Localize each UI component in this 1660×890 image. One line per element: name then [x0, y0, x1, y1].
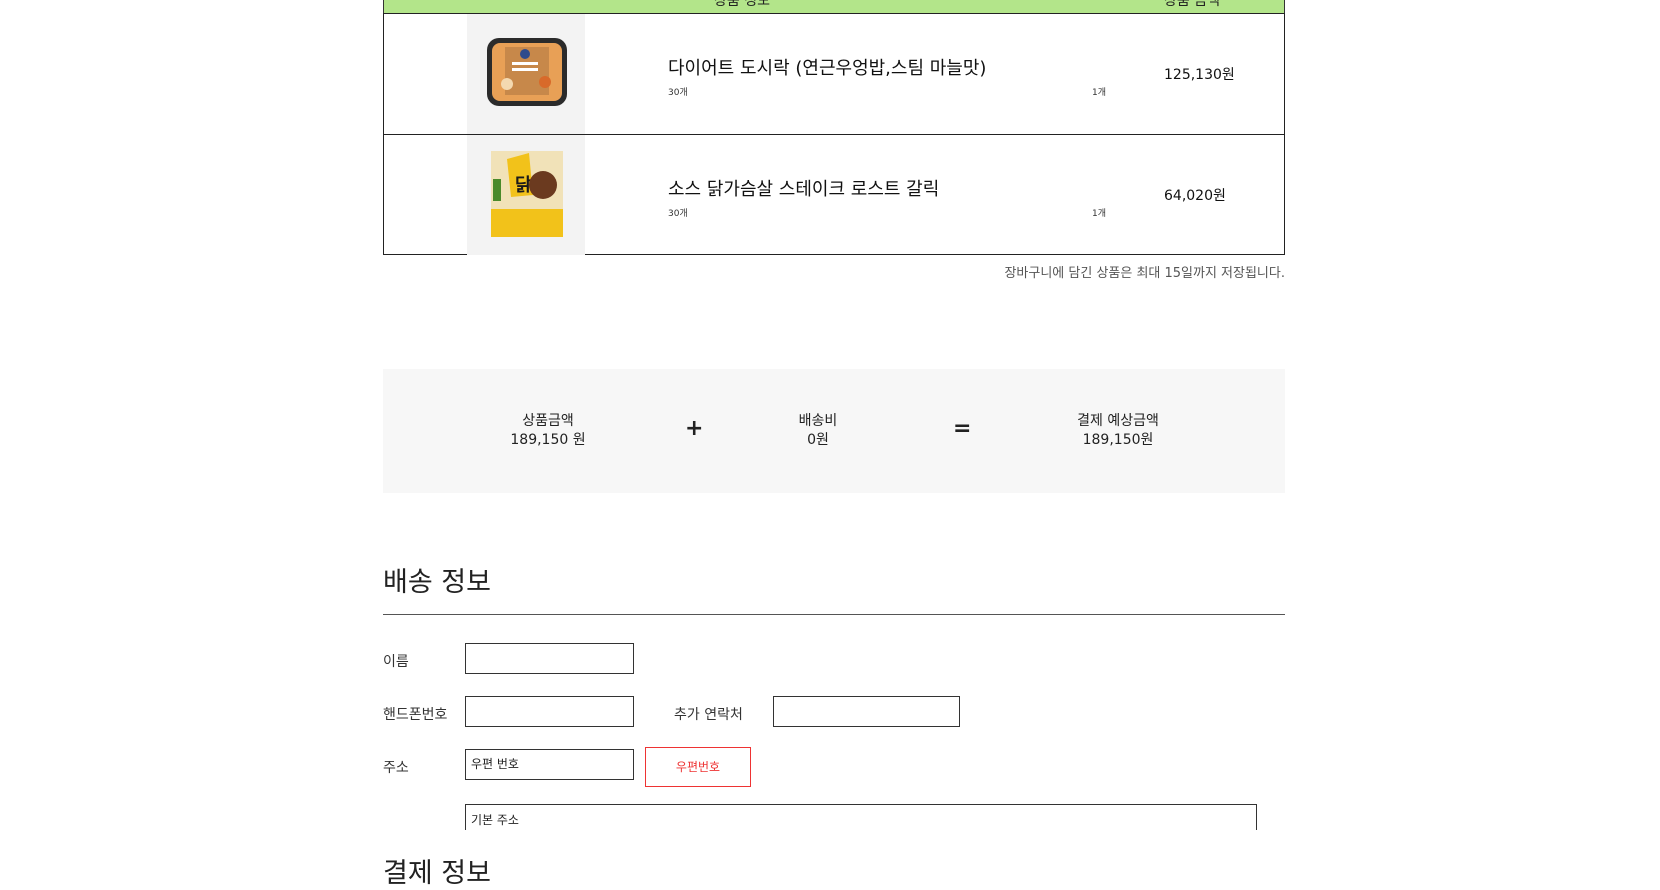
order-summary: 상품금액 189,150 원 + 배송비 0원 = 결제 예상금액 189,15… — [383, 369, 1285, 493]
product-name[interactable]: 소스 닭가슴살 스테이크 로스트 갈릭 — [668, 175, 939, 201]
header-product-info: 상품 정보 — [714, 0, 770, 9]
zip-code-input[interactable]: 우편 번호 — [465, 749, 634, 780]
summary-total: 결제 예상금액 189,150원 — [1068, 412, 1168, 450]
address-label: 주소 — [383, 760, 409, 776]
section-divider — [383, 614, 1285, 615]
product-count: 1개 — [1092, 88, 1107, 98]
product-option: 30개 — [668, 209, 688, 219]
equals-operator: = — [953, 416, 972, 441]
cart-table-header: 상품 정보 상품 금액 — [383, 0, 1285, 14]
product-name[interactable]: 다이어트 도시락 (연근우엉밥,스팀 마늘맛) — [668, 54, 986, 80]
cart-table: 다이어트 도시락 (연근우엉밥,스팀 마늘맛) 30개 1개 125,130원 … — [383, 13, 1285, 255]
summary-total-value: 189,150원 — [1082, 432, 1154, 448]
cart-storage-note: 장바구니에 담긴 상품은 최대 15일까지 저장됩니다. — [1004, 266, 1285, 281]
summary-shipping-value: 0원 — [807, 432, 829, 448]
extra-contact-label: 추가 연락처 — [674, 707, 743, 723]
product-count: 1개 — [1092, 209, 1107, 219]
phone-label: 핸드폰번호 — [383, 707, 448, 723]
cart-row: 닭 소스 닭가슴살 스테이크 로스트 갈릭 30개 1개 64,020원 — [384, 135, 1284, 255]
summary-total-label: 결제 예상금액 — [1077, 413, 1159, 429]
phone-input[interactable] — [465, 696, 634, 727]
summary-product-value: 189,150 원 — [510, 432, 586, 448]
delivery-section-title: 배송 정보 — [383, 567, 491, 598]
summary-shipping: 배송비 0원 — [783, 412, 853, 450]
name-input[interactable] — [465, 643, 634, 674]
zip-search-button[interactable]: 우편번호 — [645, 747, 751, 787]
header-product-price: 상품 금액 — [1164, 0, 1220, 9]
base-address-input[interactable]: 기본 주소 — [465, 804, 1257, 830]
product-thumbnail[interactable]: 닭 — [467, 135, 585, 255]
cart-row: 다이어트 도시락 (연근우엉밥,스팀 마늘맛) 30개 1개 125,130원 — [384, 14, 1284, 135]
summary-product-label: 상품금액 — [522, 413, 574, 429]
summary-product-amount: 상품금액 189,150 원 — [508, 412, 588, 450]
extra-contact-input[interactable] — [773, 696, 960, 727]
product-price: 64,020원 — [1164, 188, 1226, 204]
product-price: 125,130원 — [1164, 67, 1235, 83]
summary-shipping-label: 배송비 — [798, 413, 838, 429]
product-thumbnail[interactable] — [467, 14, 585, 134]
plus-operator: + — [685, 416, 704, 441]
name-label: 이름 — [383, 654, 409, 670]
product-option: 30개 — [668, 88, 688, 98]
payment-section-title: 결제 정보 — [383, 858, 491, 889]
